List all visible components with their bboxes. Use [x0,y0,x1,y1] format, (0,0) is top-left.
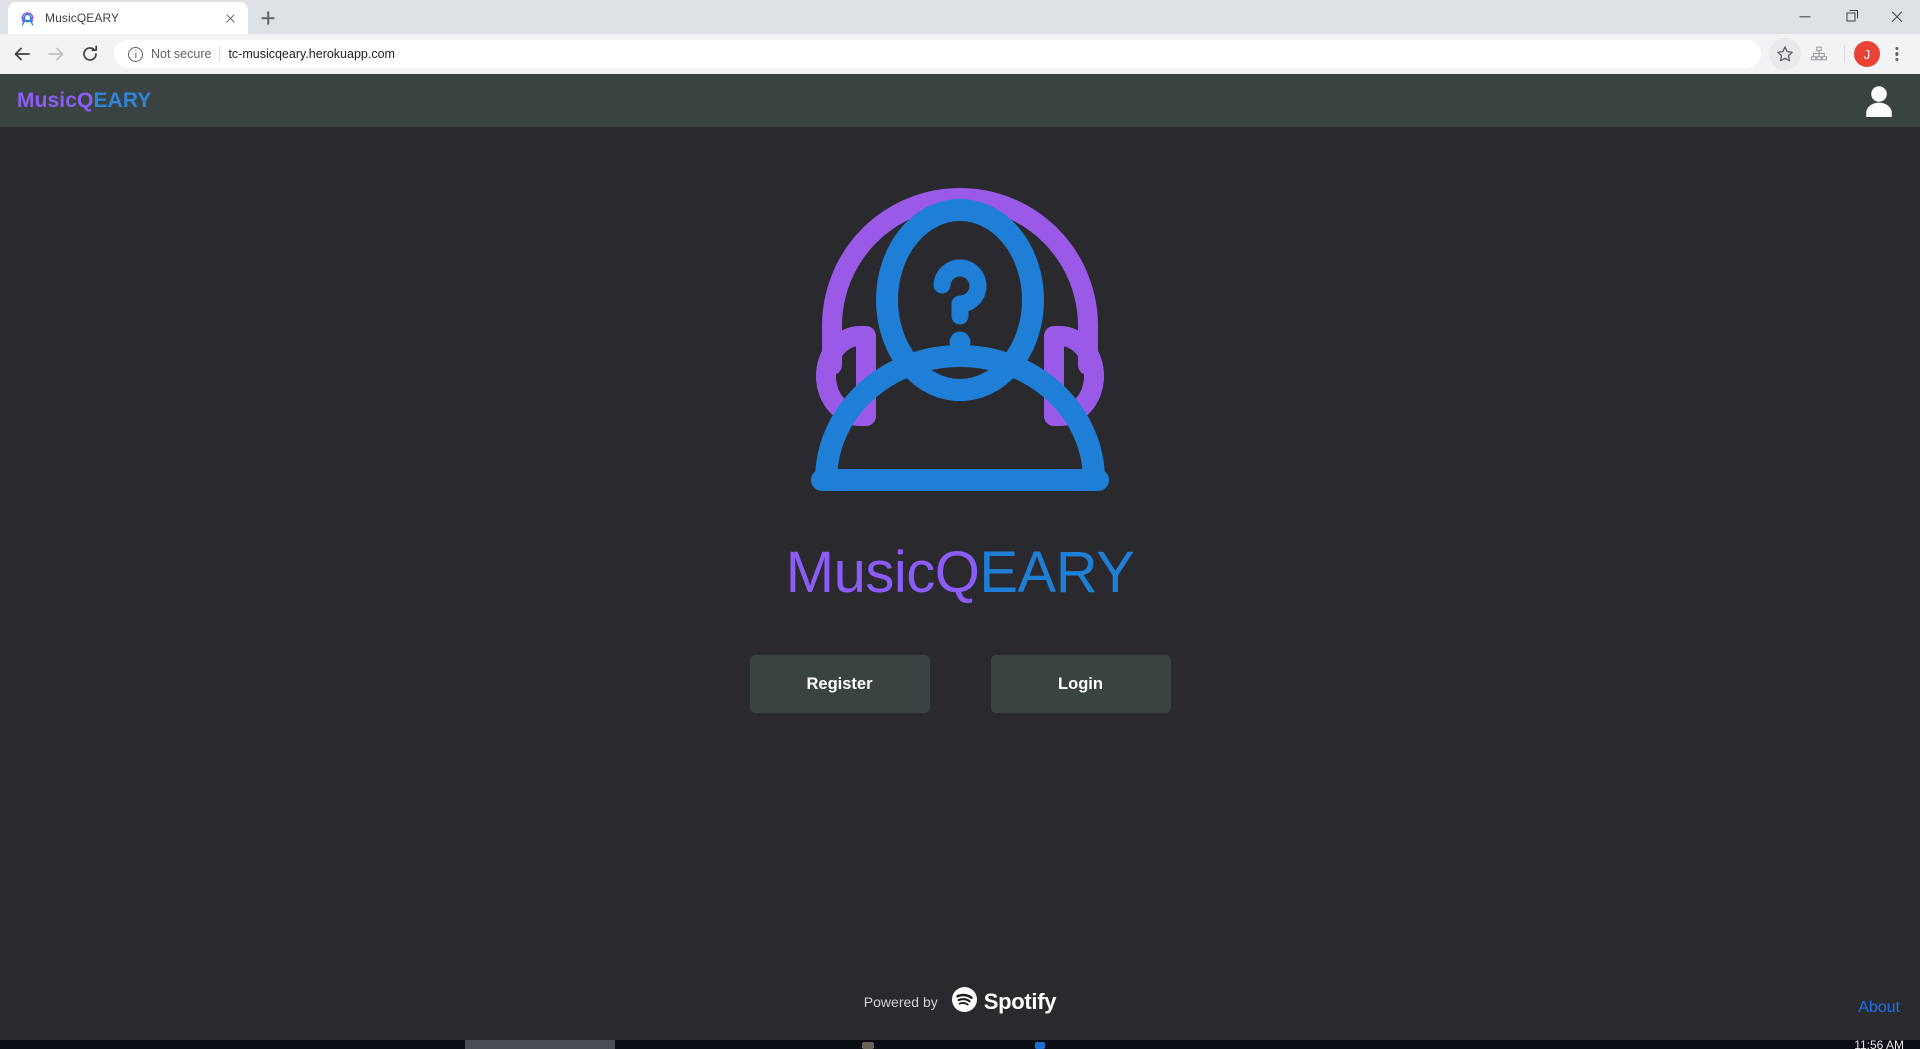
wordmark-part-blue: EARY [979,540,1135,605]
kebab-menu-icon[interactable] [1882,38,1912,70]
back-arrow-icon[interactable] [6,38,38,70]
toolbar-divider [1844,45,1845,63]
info-circle-icon[interactable] [128,46,143,62]
security-status-label: Not secure [151,47,212,61]
brand-part-purple: MusicQ [17,88,94,112]
taskbar-clock: 11:56 AM [1854,1040,1904,1049]
login-button[interactable]: Login [990,655,1171,713]
app-navbar: MusicQEARY [0,74,1920,127]
window-controls [1782,0,1920,34]
cta-row: Register Login [749,655,1171,713]
tab-strip: MusicQEARY [0,0,1920,34]
brand-logo[interactable]: MusicQEARY [17,89,151,113]
desktop-taskbar: 11:56 AM [0,1040,1920,1049]
spotify-wordmark: Spotify [983,989,1057,1014]
about-link[interactable]: About [1858,999,1900,1017]
powered-by-block: Powered by Spotify [864,987,1056,1017]
sitemap-icon[interactable] [1803,38,1835,70]
wordmark-part-purple: MusicQ [785,540,980,605]
close-window-button[interactable] [1874,0,1920,34]
reload-icon[interactable] [74,38,106,70]
hero-section: MusicQEARY Register Login Powered by Spo… [0,127,1920,1040]
taskbar-active-window[interactable] [465,1040,615,1049]
brand-part-blue: EARY [93,88,152,112]
profile-avatar[interactable]: J [1854,41,1880,67]
taskbar-app-icon[interactable] [1035,1042,1045,1049]
spotify-logo-icon [951,987,977,1017]
headphones-person-question-logo [790,150,1130,550]
page-footer: Powered by Spotify About [0,987,1920,1017]
musicqeary-logo-icon [19,10,36,27]
wordmark: MusicQEARY [786,544,1135,602]
tab-title: MusicQEARY [45,11,120,25]
browser-window: MusicQEARY Not secure tc-musicqeary.hero… [0,0,1920,1040]
powered-by-label: Powered by [863,994,938,1010]
spotify-lockup: Spotify [951,987,1057,1017]
forward-arrow-icon[interactable] [40,38,72,70]
address-bar[interactable]: Not secure tc-musicqeary.herokuapp.com [114,40,1761,68]
user-avatar-icon[interactable] [1862,81,1896,121]
browser-tab[interactable]: MusicQEARY [8,2,248,34]
divider [219,46,221,62]
register-button[interactable]: Register [749,655,930,713]
browser-toolbar: Not secure tc-musicqeary.herokuapp.com J [0,34,1920,74]
star-icon[interactable] [1769,38,1801,70]
new-tab-button[interactable] [254,4,282,32]
restore-button[interactable] [1828,0,1874,34]
close-icon[interactable] [222,10,239,27]
url-text: tc-musicqeary.herokuapp.com [228,47,395,61]
taskbar-app-icon[interactable] [862,1042,874,1049]
page-viewport: MusicQEARY MusicQEARY Register Login Pow… [0,74,1920,1040]
minimize-button[interactable] [1782,0,1828,34]
